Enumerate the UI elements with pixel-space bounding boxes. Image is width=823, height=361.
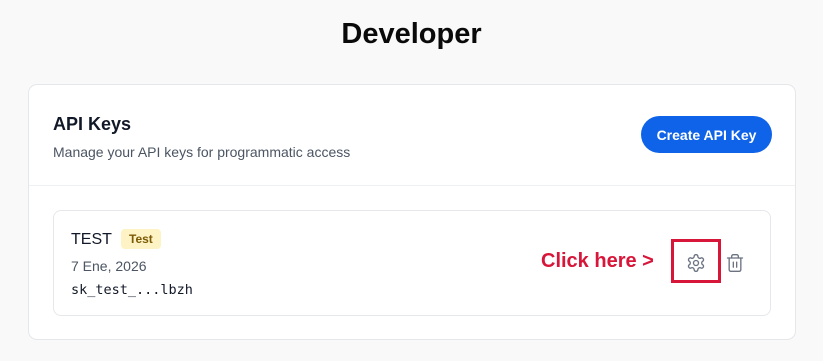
page-title: Developer	[341, 18, 482, 50]
api-key-masked-value: sk_test_...lbzh	[71, 282, 193, 298]
trash-icon	[725, 253, 745, 273]
api-keys-card-header: API Keys Manage your API keys for progra…	[29, 85, 795, 186]
api-keys-description: Manage your API keys for programmatic ac…	[53, 144, 351, 160]
api-key-delete-button[interactable]	[721, 249, 749, 277]
gear-icon	[686, 253, 706, 273]
api-key-created-date: 7 Ene, 2026	[71, 258, 147, 274]
create-api-key-button[interactable]: Create API Key	[641, 116, 772, 153]
api-keys-title: API Keys	[53, 114, 132, 134]
api-key-row: TEST Test 7 Ene, 2026 sk_test_...lbzh	[53, 210, 771, 316]
api-key-name: TEST	[71, 231, 112, 248]
api-key-env-badge: Test	[121, 229, 161, 249]
developer-page: Developer API Keys Manage your API keys …	[0, 0, 823, 361]
api-keys-card: API Keys Manage your API keys for progra…	[28, 84, 796, 340]
api-key-settings-button[interactable]	[682, 249, 710, 277]
click-here-annotation: Click here >	[541, 250, 654, 272]
